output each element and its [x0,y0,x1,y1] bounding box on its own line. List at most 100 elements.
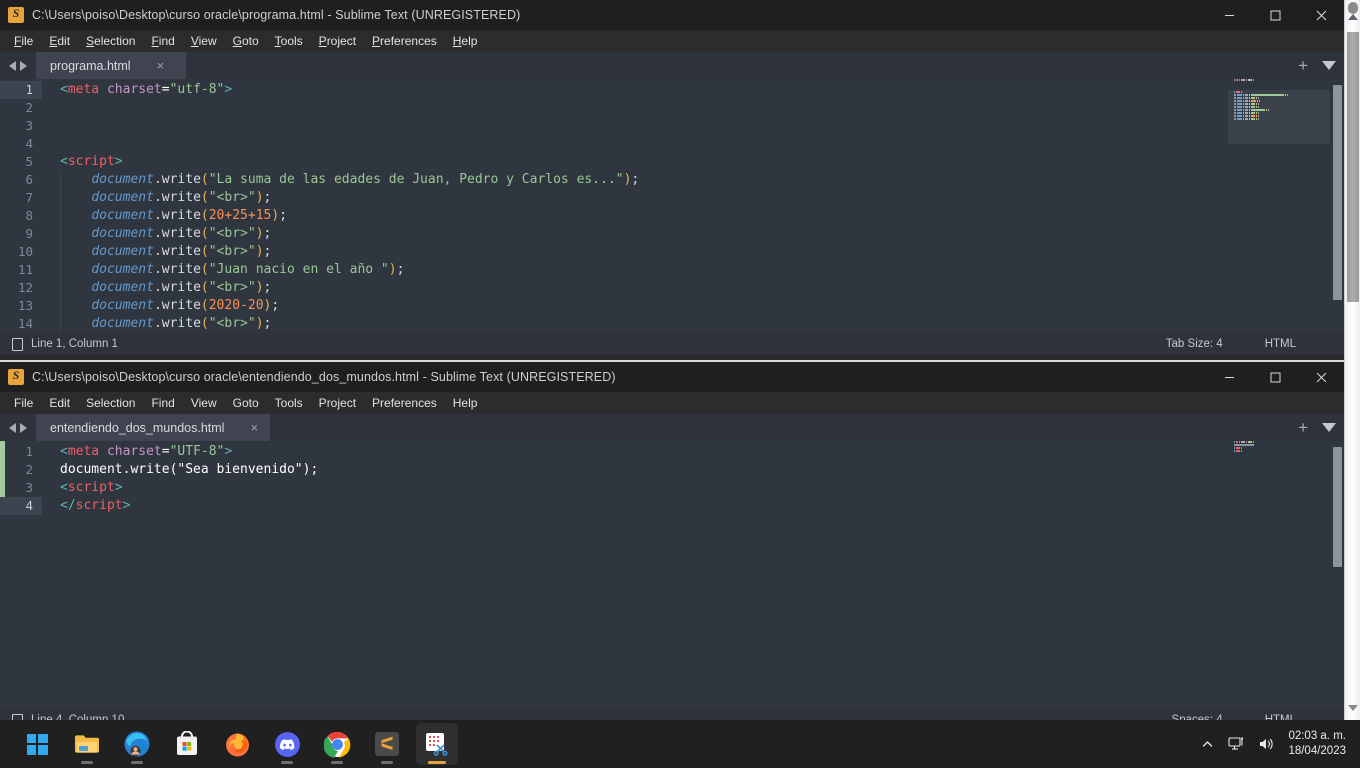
minimize-button[interactable] [1206,0,1252,30]
maximize-button[interactable] [1252,362,1298,392]
taskbar-snipping-tool[interactable] [416,723,458,765]
scroll-down-icon[interactable] [1345,699,1360,716]
menu-help[interactable]: Help [445,394,486,412]
code-line[interactable]: 4 [0,135,1344,153]
code-text: document.write("<br>"); [42,189,271,207]
code-line[interactable]: 1 <meta charset="UTF-8"> [0,443,1344,461]
close-button[interactable] [1298,0,1344,30]
token: = [161,82,170,97]
code-line[interactable]: 5 <script> [0,153,1344,171]
taskbar-google-chrome[interactable] [316,723,358,765]
tab-close-icon[interactable]: × [250,420,258,435]
code-line[interactable]: 2 [0,99,1344,117]
code-editor[interactable]: 1 <meta charset="UTF-8"> 2 document.write("… [0,441,1344,709]
token: 20+25+15 [208,208,272,223]
menu-view[interactable]: View [183,394,225,412]
menu-view[interactable]: View [183,32,225,50]
minimap[interactable] [1228,79,1330,333]
editor-scrollbar[interactable] [1333,443,1342,707]
scrollbar-thumb[interactable] [1333,85,1342,300]
token: ) [255,316,264,331]
menu-find[interactable]: Find [143,394,182,412]
code-line[interactable]: 4 </script> [0,497,1344,515]
network-icon[interactable] [1222,736,1252,752]
maximize-button[interactable] [1252,0,1298,30]
tab-next-icon[interactable] [20,60,27,71]
menu-project[interactable]: Project [311,32,364,50]
page-scrollbar-thumb[interactable] [1347,32,1359,302]
code-line[interactable]: 12 document.write("<br>"); [0,279,1344,297]
menu-help[interactable]: Help [445,32,486,50]
menu-tools[interactable]: Tools [267,32,311,50]
clock[interactable]: 02:03 a. m. 18/04/2023 [1282,729,1360,759]
show-hidden-icons-icon[interactable] [1192,738,1222,751]
token: document [91,244,154,259]
code-line[interactable]: 7 document.write("<br>"); [0,189,1344,207]
code-line[interactable]: 3 <script> [0,479,1344,497]
tab-close-icon[interactable]: × [157,58,165,73]
window-title: C:\Users\poiso\Desktop\curso oracle\ente… [32,370,616,384]
menu-edit[interactable]: Edit [41,32,78,50]
window-titlebar[interactable]: C:\Users\poiso\Desktop\curso oracle\ente… [0,362,1344,392]
menu-preferences[interactable]: Preferences [364,32,445,50]
tab-navigation[interactable] [0,414,36,441]
menu-edit[interactable]: Edit [41,394,78,412]
sidebar-toggle-icon[interactable] [12,337,23,351]
code-line[interactable]: 9 document.write("<br>"); [0,225,1344,243]
menu-preferences[interactable]: Preferences [364,394,445,412]
line-number: 4 [25,136,33,151]
tab-list-dropdown-icon[interactable] [1322,61,1336,70]
new-tab-icon[interactable]: + [1298,57,1308,74]
menu-file[interactable]: File [6,394,41,412]
taskbar-file-explorer[interactable] [66,723,108,765]
close-button[interactable] [1298,362,1344,392]
code-line[interactable]: 6 document.write("La suma de las edades … [0,171,1344,189]
minimap[interactable] [1234,441,1330,709]
code-line[interactable]: 10 document.write("<br>"); [0,243,1344,261]
tab-next-icon[interactable] [20,422,27,433]
menu-selection[interactable]: Selection [78,32,143,50]
code-line[interactable]: 8 document.write(20+25+15); [0,207,1344,225]
scrollbar-thumb[interactable] [1333,447,1342,567]
tab-programa-html[interactable]: programa.html × [36,52,186,79]
code-editor[interactable]: 1 <meta charset="utf-8"> 2 3 4 5 <script> 6 doc… [0,79,1344,333]
code-line[interactable]: 1 <meta charset="utf-8"> [0,81,1344,99]
code-line[interactable]: 11 document.write("Juan nacio en el año … [0,261,1344,279]
code-line[interactable]: 2 document.write("Sea bienvenido"); [0,461,1344,479]
window-titlebar[interactable]: C:\Users\poiso\Desktop\curso oracle\prog… [0,0,1344,30]
taskbar-firefox[interactable] [216,723,258,765]
scroll-up-icon[interactable] [1345,8,1360,25]
menu-file[interactable]: File [6,32,41,50]
tab-prev-icon[interactable] [9,422,16,433]
taskbar-microsoft-edge[interactable] [116,723,158,765]
tab-prev-icon[interactable] [9,60,16,71]
code-line[interactable]: 13 document.write(2020-20); [0,297,1344,315]
cursor-position: Line 1, Column 1 [31,338,118,350]
tab-list-dropdown-icon[interactable] [1322,423,1336,432]
taskbar-discord[interactable] [266,723,308,765]
taskbar-microsoft-store[interactable] [166,723,208,765]
menu-goto[interactable]: Goto [225,32,267,50]
page-scrollbar[interactable] [1344,0,1360,720]
menu-project[interactable]: Project [311,394,364,412]
menu-tools[interactable]: Tools [267,394,311,412]
tab-navigation[interactable] [0,52,36,79]
menu-selection[interactable]: Selection [78,394,143,412]
taskbar-sublime-text[interactable] [366,723,408,765]
menu-find[interactable]: Find [143,32,182,50]
token: document [91,280,154,295]
taskbar-start-button[interactable] [16,723,58,765]
indent-guide [60,225,61,243]
code-line[interactable]: 3 [0,117,1344,135]
syntax-mode[interactable]: HTML [1265,338,1344,350]
tab-entendiendo-dos-mundos-html[interactable]: entendiendo_dos_mundos.html × [36,414,271,441]
minimize-button[interactable] [1206,362,1252,392]
menu-goto[interactable]: Goto [225,394,267,412]
new-tab-icon[interactable]: + [1298,419,1308,436]
minimap-viewport[interactable] [1228,90,1330,144]
indent-setting[interactable]: Tab Size: 4 [1166,338,1265,350]
editor-scrollbar[interactable] [1333,81,1342,331]
code-line[interactable]: 14 document.write("<br>"); [0,315,1344,333]
speaker-icon[interactable] [1252,736,1282,752]
